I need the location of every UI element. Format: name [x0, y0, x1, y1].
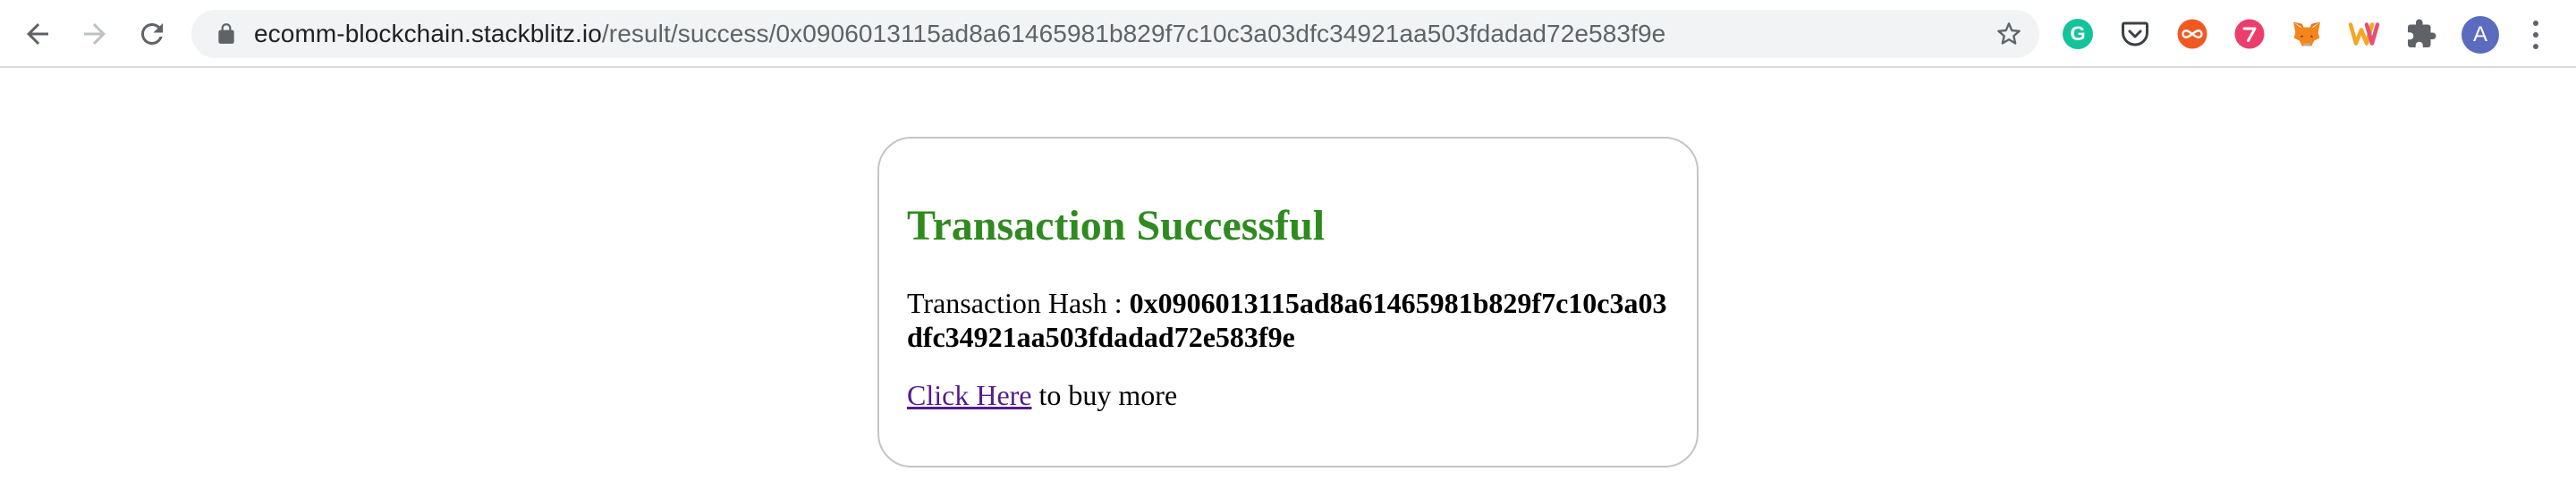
url-host: ecomm-blockchain.stackblitz.io — [254, 20, 602, 47]
arrow-left-icon — [27, 23, 48, 45]
wallet-w-extension[interactable] — [2347, 17, 2381, 51]
menu-dot — [2533, 21, 2538, 26]
buy-more-paragraph: Click Here to buy more — [907, 378, 1177, 412]
transaction-hash-paragraph: Transaction Hash : 0x0906013115ad8a61465… — [907, 286, 1667, 354]
ext-red-icon — [2234, 19, 2265, 49]
pocket-extension[interactable] — [2118, 17, 2152, 51]
kebab-menu-icon[interactable] — [2522, 18, 2549, 52]
reload-icon — [140, 22, 163, 45]
back-button[interactable] — [20, 16, 55, 52]
wallet-w-icon — [2348, 22, 2380, 46]
reload-button[interactable] — [134, 16, 170, 52]
browser-toolbar: ecomm-blockchain.stackblitz.io/result/su… — [0, 0, 2576, 68]
arrow-right-icon — [84, 23, 106, 45]
grammarly-icon: G — [2063, 19, 2093, 49]
pocket-icon — [2122, 21, 2148, 46]
metamask-icon — [2293, 21, 2320, 46]
infinity-icon — [2177, 19, 2207, 49]
lock-icon[interactable] — [215, 22, 238, 46]
address-bar[interactable]: ecomm-blockchain.stackblitz.io/result/su… — [191, 10, 2039, 58]
extensions-button[interactable] — [2404, 17, 2438, 51]
click-here-link[interactable]: Click Here — [907, 379, 1032, 411]
star-icon[interactable] — [1996, 21, 2021, 46]
profile-avatar[interactable]: A — [2462, 16, 2499, 54]
success-card: Transaction Successful Transaction Hash … — [877, 137, 1699, 468]
url-text[interactable]: ecomm-blockchain.stackblitz.io/result/su… — [254, 10, 1665, 58]
red-extension[interactable] — [2233, 17, 2267, 51]
hash-label: Transaction Hash : — [907, 287, 1130, 319]
buy-more-text: to buy more — [1031, 379, 1178, 411]
page-title: Transaction Successful — [907, 202, 1326, 249]
puzzle-icon — [2408, 19, 2436, 47]
menu-dot — [2533, 44, 2538, 49]
forward-button[interactable] — [77, 16, 113, 52]
url-path: /result/success/0x0906013115ad8a61465981… — [601, 20, 1666, 47]
grammarly-extension[interactable]: G — [2061, 17, 2095, 51]
infinity-extension[interactable] — [2175, 17, 2209, 51]
metamask-extension[interactable] — [2290, 17, 2324, 51]
menu-dot — [2533, 32, 2538, 38]
